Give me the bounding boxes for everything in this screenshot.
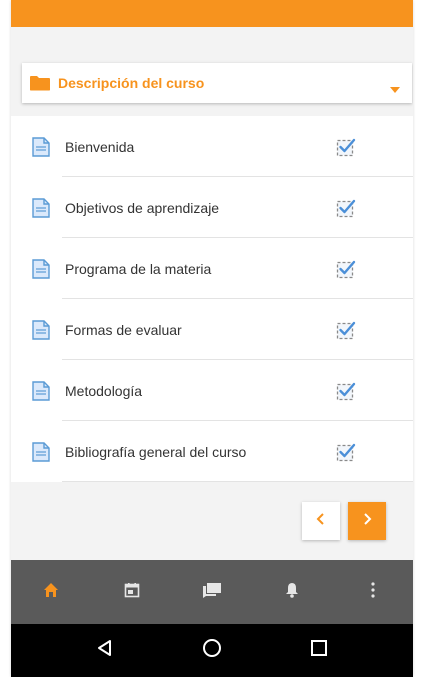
system-back-button[interactable] <box>85 631 125 671</box>
page-icon <box>31 258 51 279</box>
page-icon <box>31 319 51 340</box>
calendar-icon <box>124 582 140 603</box>
list-item[interactable]: Formas de evaluar <box>11 299 413 360</box>
nav-calendar[interactable] <box>91 560 171 624</box>
home-circle-icon <box>202 638 222 663</box>
checked-checkbox-icon[interactable] <box>336 442 356 462</box>
caret-down-icon <box>390 80 400 93</box>
recents-icon <box>310 639 328 662</box>
messages-icon <box>202 582 222 603</box>
item-label: Bienvenida <box>65 138 135 155</box>
nav-notifications[interactable] <box>252 560 332 624</box>
previous-button[interactable] <box>302 502 340 540</box>
nav-more[interactable] <box>333 560 413 624</box>
checked-checkbox-icon[interactable] <box>336 137 356 157</box>
section-dropdown[interactable]: Descripción del curso <box>22 63 412 103</box>
home-icon <box>43 582 59 603</box>
page-icon <box>31 197 51 218</box>
nav-messages[interactable] <box>172 560 252 624</box>
bell-icon <box>285 582 299 603</box>
page-icon <box>31 136 51 157</box>
list-item[interactable]: Programa de la materia <box>11 238 413 299</box>
content-list: Bienvenida Objetivos de aprendizaje Prog… <box>11 116 413 482</box>
more-vertical-icon <box>371 581 375 603</box>
checked-checkbox-icon[interactable] <box>336 259 356 279</box>
system-nav-bar <box>11 624 413 677</box>
pager <box>302 502 386 540</box>
system-recents-button[interactable] <box>299 631 339 671</box>
checked-checkbox-icon[interactable] <box>336 198 356 218</box>
top-bar <box>11 0 413 27</box>
bottom-nav <box>11 560 413 624</box>
item-label: Bibliografía general del curso <box>65 443 247 460</box>
section-dropdown-label: Descripción del curso <box>58 75 205 91</box>
list-item[interactable]: Bienvenida <box>11 116 413 177</box>
checked-checkbox-icon[interactable] <box>336 381 356 401</box>
item-label: Programa de la materia <box>65 260 212 277</box>
item-label: Objetivos de aprendizaje <box>65 199 220 216</box>
list-item[interactable]: Objetivos de aprendizaje <box>11 177 413 238</box>
page-icon <box>31 441 51 462</box>
app-screen: Descripción del curso Bienvenida Objetiv… <box>11 0 413 677</box>
item-label: Metodología <box>65 382 143 399</box>
nav-home[interactable] <box>11 560 91 624</box>
folder-icon <box>29 75 51 91</box>
chevron-left-icon <box>315 512 327 531</box>
item-label: Formas de evaluar <box>65 321 182 338</box>
list-item[interactable]: Bibliografía general del curso <box>11 421 413 482</box>
device-frame <box>0 0 11 677</box>
next-button[interactable] <box>348 502 386 540</box>
system-home-button[interactable] <box>192 631 232 671</box>
checked-checkbox-icon[interactable] <box>336 320 356 340</box>
chevron-right-icon <box>361 512 373 531</box>
list-item[interactable]: Metodología <box>11 360 413 421</box>
back-icon <box>96 639 114 662</box>
page-icon <box>31 380 51 401</box>
